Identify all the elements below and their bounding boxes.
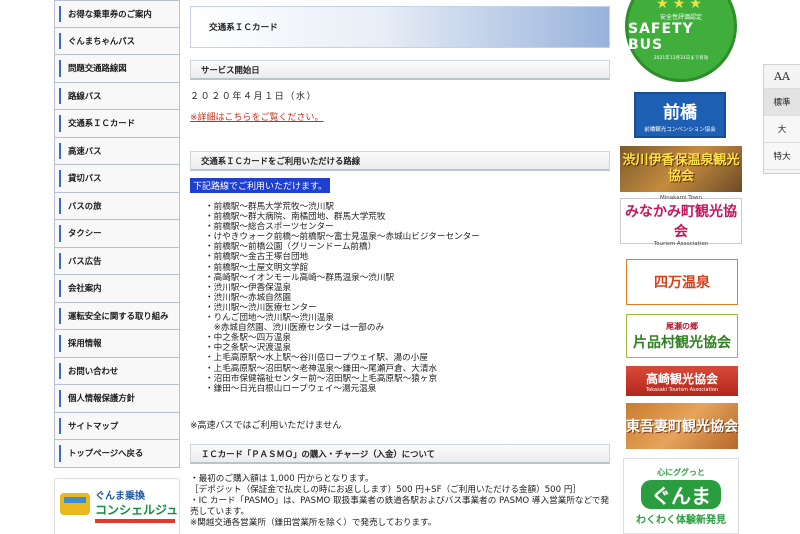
gunma-banner-title: ぐんま bbox=[641, 479, 721, 509]
sidebar-item[interactable]: ぐんまちゃんパス bbox=[54, 27, 180, 55]
sidebar-item[interactable]: バス広告 bbox=[54, 247, 180, 275]
routes-intro: 下記路線でご利用いただけます。 bbox=[190, 178, 331, 193]
route-item: ・前橋駅～群大病院、南橘団地、群馬大学荒牧 bbox=[205, 212, 386, 223]
sidebar-item[interactable]: 会社案内 bbox=[54, 275, 180, 303]
font-size-large-button[interactable]: 大 bbox=[764, 116, 800, 143]
minakami-banner-title: みなかみ町観光協会 bbox=[625, 204, 737, 240]
route-item: ・りんご団地～渋川駅～渋川温泉 bbox=[205, 313, 334, 324]
detail-link[interactable]: ※詳細はこちらをご覧ください。 bbox=[190, 110, 324, 123]
route-item: ・前橋駅～総合スポーツセンター bbox=[205, 222, 334, 233]
pasmo-info-item: ［デポジット（保証金で払戻しの時にお返しします）500 円+SF（ご利用いただけ… bbox=[190, 485, 582, 495]
page-title: 交通系ＩＣカード bbox=[190, 6, 610, 48]
route-item: ・高崎駅～イオンモール高崎～群馬温泉～渋川駅 bbox=[205, 272, 395, 283]
section-title-pasmo: ＩＣカード「ＰＡＳＭＯ」の購入・チャージ（入金）について bbox=[190, 444, 610, 464]
bus-icon bbox=[60, 493, 90, 515]
shima-onsen-banner[interactable]: 四万温泉 bbox=[626, 259, 738, 305]
takasaki-banner-sub: Takasaki Tourism Association bbox=[645, 386, 719, 393]
takasaki-banner[interactable]: 高崎観光協会 Takasaki Tourism Association bbox=[626, 366, 738, 396]
takasaki-banner-title: 高崎観光協会 bbox=[645, 371, 718, 386]
highway-note: ※高速バスではご利用いただけません bbox=[190, 421, 342, 431]
sidebar-item[interactable]: バスの旅 bbox=[54, 192, 180, 220]
gunma-banner-top: 心にググっと bbox=[657, 467, 705, 477]
route-item: ・けやきウォーク前橋～前橋駅～富士見温泉～赤城山ビジターセンター bbox=[205, 232, 480, 243]
sidebar-item[interactable]: お得な乗車券のご案内 bbox=[54, 0, 180, 28]
route-item: ・前橋駅～前橋公園（グリーンドーム前橋） bbox=[205, 242, 377, 253]
sidebar-item[interactable]: 採用情報 bbox=[54, 330, 180, 358]
route-item: ・鎌田～日光白根山ロープウェイ～湯元温泉 bbox=[205, 383, 377, 394]
ikaho-banner[interactable]: 渋川伊香保温泉観光協会 bbox=[620, 146, 742, 192]
sidebar-item[interactable]: 問題交通路線図 bbox=[54, 55, 180, 83]
pasmo-info-list: ・最初のご購入額は 1,000 円からとなります。 ［デポジット（保証金で払戻しの… bbox=[190, 474, 610, 529]
sidebar-item[interactable]: 貸切バス bbox=[54, 165, 180, 193]
section-title-start-date: サービス開始日 bbox=[190, 60, 610, 80]
route-item: ※赤城自然園、渋川医療センターは一部のみ bbox=[205, 323, 385, 334]
gunma-banner[interactable]: 心にググっと ぐんま わくわく体験新発見 bbox=[623, 458, 739, 534]
route-item: ・上毛高原駅～水上駅～谷川岳ロープウェイ駅、湯の小屋 bbox=[205, 353, 428, 364]
katashina-banner-top: 尾瀬の郷 bbox=[666, 321, 698, 331]
minakami-banner[interactable]: Minakami Town みなかみ町観光協会 Tourism Associat… bbox=[620, 195, 742, 247]
font-size-icon: AA bbox=[764, 65, 800, 89]
route-item: ・沼田市保健福祉センター前～沼田駅～上毛高原駅～猿ヶ京 bbox=[205, 373, 438, 384]
sidebar-item[interactable]: 高速バス bbox=[54, 137, 180, 165]
route-item: ・中之条駅～四万温泉 bbox=[205, 333, 291, 344]
pasmo-info-item: ・最初のご購入額は 1,000 円からとなります。 bbox=[190, 474, 374, 484]
route-item: ・上毛高原駅～沼田駅～老神温泉～鎌田～尾瀬戸倉、大清水 bbox=[205, 363, 438, 374]
maebashi-banner-title: 前橋 bbox=[663, 102, 697, 123]
start-date-text: ２０２０年４月１日（水） bbox=[190, 92, 318, 102]
sidebar-item[interactable]: トップページへ戻る bbox=[54, 440, 180, 468]
route-item: ・前橋駅～金古王塚台団地 bbox=[205, 252, 309, 263]
maebashi-banner[interactable]: 前橋 前橋観光コンベンション協会 bbox=[634, 92, 726, 138]
route-item: ・中之条駅～沢渡温泉 bbox=[205, 343, 291, 354]
safety-badge-sub: 2021年12月31日まで有効 bbox=[653, 56, 709, 61]
pasmo-info-item: ・IC カード「PASMO」は、PASMO 取扱事業者の鉄道各駅およびバス事業者… bbox=[190, 496, 610, 517]
safety-badge-top: 安全性評価認定 bbox=[659, 14, 702, 21]
concierge-banner-line1: ぐんま乗換 bbox=[95, 491, 145, 502]
font-size-widget: AA 標準 大 特大 bbox=[763, 64, 800, 174]
safety-bus-badge[interactable]: ★★★ 安全性評価認定 SAFETY BUS 2021年12月31日まで有効 bbox=[625, 0, 737, 82]
higashiagatsuma-banner[interactable]: 東吾妻町観光協会 bbox=[626, 403, 738, 449]
sidebar-item[interactable]: 交通系ＩＣカード bbox=[54, 110, 180, 138]
route-item: ・渋川駅～伊香保温泉 bbox=[205, 282, 291, 293]
sidebar-item[interactable]: お問い合わせ bbox=[54, 357, 180, 385]
gunma-banner-sub: わくわく体験新発見 bbox=[636, 514, 726, 526]
star-icons: ★★★ bbox=[656, 0, 706, 12]
pasmo-info-item: ※関越交通各営業所（鎌田営業所を除く）で発売しております。 bbox=[190, 518, 437, 528]
banner-divider bbox=[95, 519, 175, 523]
minakami-banner-sub: Tourism Association bbox=[653, 241, 709, 247]
concierge-banner-line2: コンシェルジュ bbox=[95, 503, 179, 517]
sidebar-item[interactable]: 個人情報保護方針 bbox=[54, 385, 180, 413]
sidebar-item[interactable]: タクシー bbox=[54, 220, 180, 248]
sidebar-item[interactable]: 運転安全に関する取り組み bbox=[54, 302, 180, 330]
sidebar-item[interactable]: 路線バス bbox=[54, 82, 180, 110]
font-size-xlarge-button[interactable]: 特大 bbox=[764, 143, 800, 170]
maebashi-banner-sub: 前橋観光コンベンション協会 bbox=[644, 126, 716, 133]
route-item: ・前橋駅～群馬大学荒牧～渋川駅 bbox=[205, 202, 334, 212]
sidebar-nav: お得な乗車券のご案内 ぐんまちゃんパス 問題交通路線図 路線バス 交通系ＩＣカード 高速バ… bbox=[54, 0, 180, 534]
safety-badge-main: SAFETY BUS bbox=[628, 21, 694, 53]
route-item: ・渋川駅～渋川医療センター bbox=[205, 302, 317, 313]
route-list: ・前橋駅～群馬大学荒牧～渋川駅 ・前橋駅～群大病院、南橘団地、群馬大学荒牧 ・前橋駅… bbox=[205, 202, 480, 394]
sidebar-item[interactable]: サイトマップ bbox=[54, 412, 180, 440]
section-title-routes: 交通系ＩＣカードをご利用いただける路線 bbox=[190, 151, 610, 171]
route-item: ・渋川駅～赤城自然園 bbox=[205, 292, 291, 303]
font-size-normal-button[interactable]: 標準 bbox=[764, 89, 800, 116]
route-item: ・前橋駅～土屋文明文学館 bbox=[205, 262, 309, 273]
katashina-banner[interactable]: 尾瀬の郷 片品村観光協会 bbox=[626, 314, 738, 358]
katashina-banner-title: 片品村観光協会 bbox=[633, 334, 731, 351]
transit-concierge-banner[interactable]: ぐんま乗換 コンシェルジュ bbox=[54, 478, 180, 534]
